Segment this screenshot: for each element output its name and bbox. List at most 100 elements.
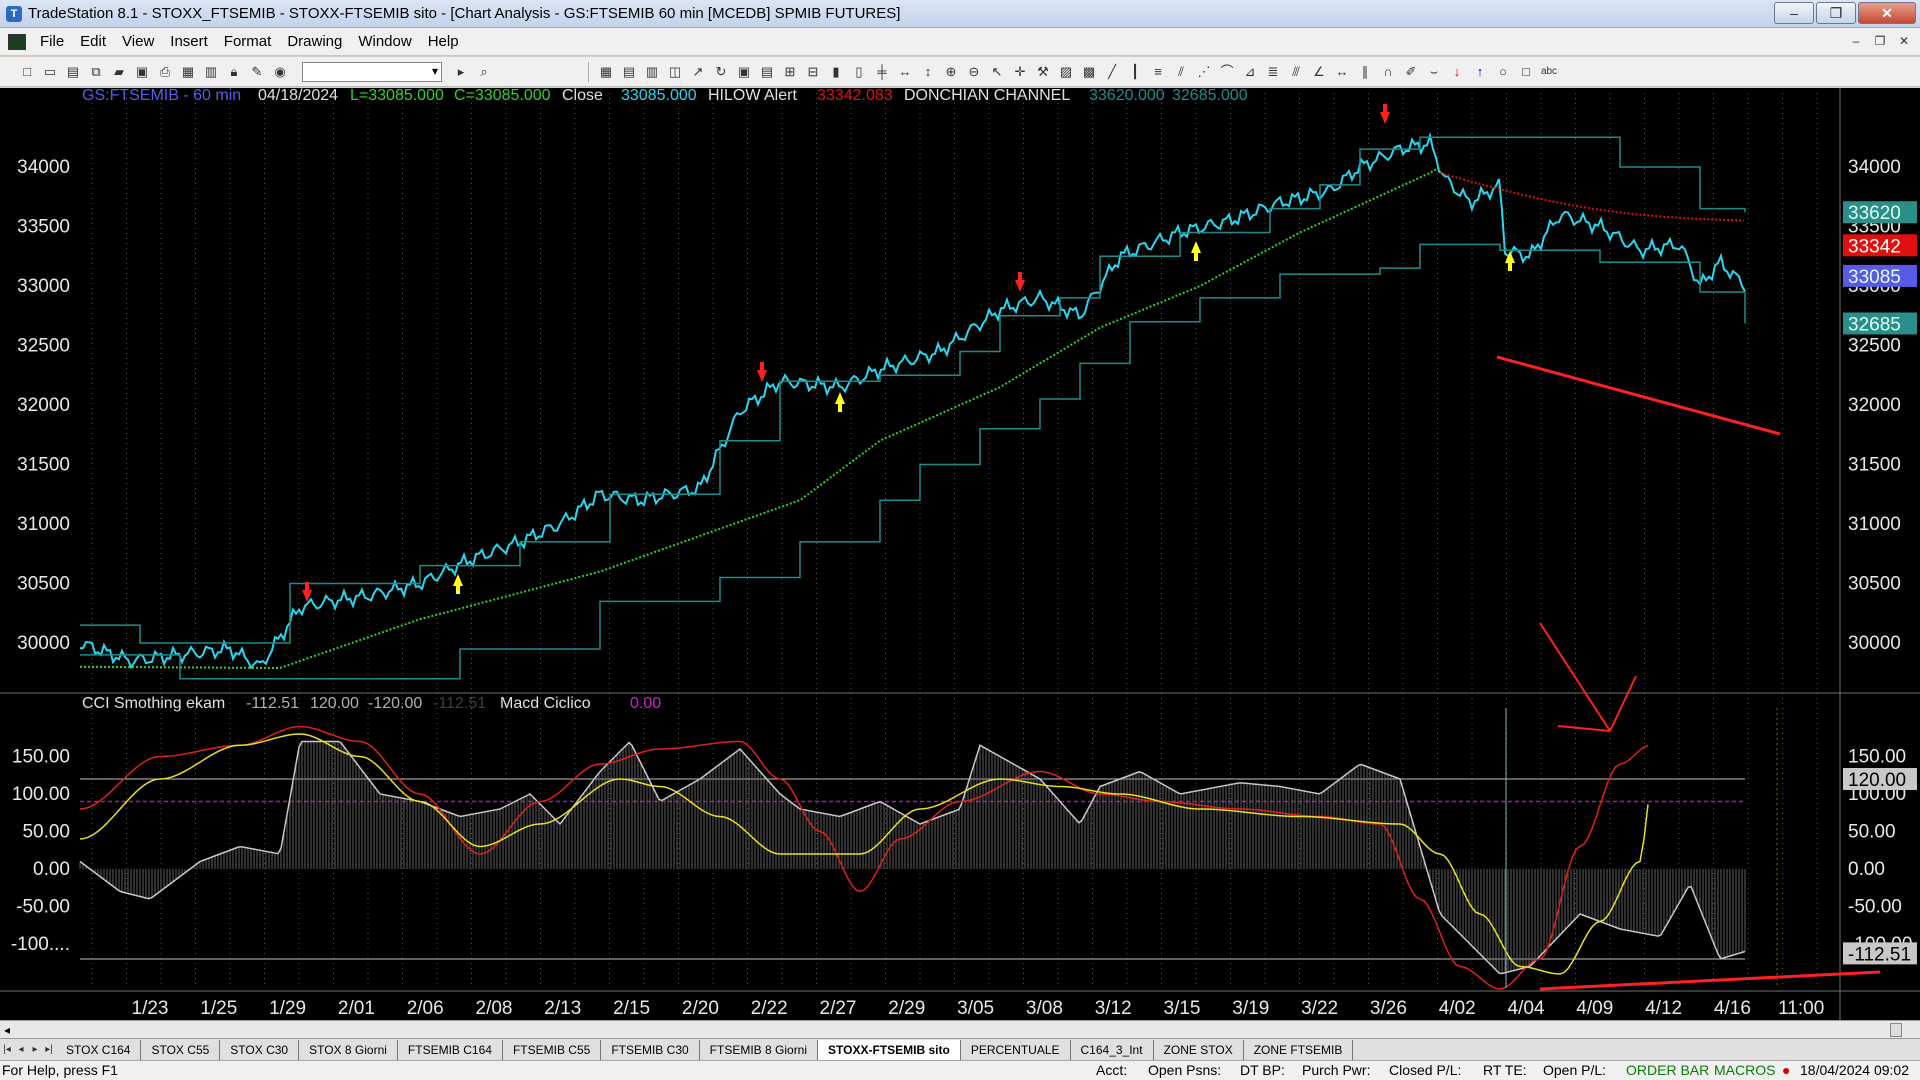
up-arrow-icon[interactable]: ↑ xyxy=(1471,63,1489,81)
mdi-minimize-icon[interactable]: – xyxy=(1846,32,1866,50)
folder-icon[interactable]: ▰ xyxy=(110,63,128,81)
crosshair-icon[interactable]: ✛ xyxy=(1011,63,1029,81)
rectangle-icon[interactable]: □ xyxy=(1517,63,1535,81)
fan-icon[interactable]: ⋰ xyxy=(1195,63,1213,81)
minimize-button[interactable]: – xyxy=(1774,2,1814,24)
tab-ftsemib-c30[interactable]: FTSEMIB C30 xyxy=(601,1039,700,1060)
tab-c164-3-int[interactable]: C164_3_Int xyxy=(1071,1039,1154,1060)
channel-icon[interactable]: ⫽ xyxy=(1172,63,1190,81)
open-icon[interactable]: ▭ xyxy=(41,63,59,81)
tab-stox-c55[interactable]: STOX C55 xyxy=(141,1039,221,1060)
zoom-x-icon[interactable]: ↔ xyxy=(896,63,914,81)
data-icon[interactable]: ▨ xyxy=(1057,63,1075,81)
mdi-restore-icon[interactable]: ❐ xyxy=(1870,32,1890,50)
hlines-icon[interactable]: ≡ xyxy=(1149,63,1167,81)
search-icon[interactable]: ⌕ xyxy=(475,63,493,81)
tab-ftsemib-c164[interactable]: FTSEMIB C164 xyxy=(398,1039,503,1060)
fib-icon[interactable]: ≣ xyxy=(1264,63,1282,81)
candles-icon[interactable]: ▯ xyxy=(850,63,868,81)
parallel-icon[interactable]: ∥ xyxy=(1356,63,1374,81)
regression-icon[interactable]: ⫻ xyxy=(1287,63,1305,81)
strategy-icon[interactable]: ⊟ xyxy=(804,63,822,81)
tab-stoxx-ftsemib-sito[interactable]: STOXX-FTSEMIB sito xyxy=(818,1039,961,1060)
tab-next-icon[interactable]: ▸ xyxy=(28,1044,42,1055)
new-icon[interactable]: □ xyxy=(18,63,36,81)
save-icon[interactable]: ▣ xyxy=(133,63,151,81)
tab-last-icon[interactable]: ▸| xyxy=(42,1044,56,1055)
play-icon[interactable]: ▸ xyxy=(452,63,470,81)
tab-zone-stox[interactable]: ZONE STOX xyxy=(1154,1039,1244,1060)
chart-analysis-window[interactable]: 34000 33500 33000 32500 32000 31500 31000 30500… xyxy=(0,88,1920,1020)
curve-icon[interactable]: ⌣ xyxy=(1425,63,1443,81)
gann-icon[interactable]: ⊿ xyxy=(1241,63,1259,81)
chart-document-icon[interactable] xyxy=(8,33,26,50)
window-icon[interactable]: ▦ xyxy=(179,63,197,81)
grid-icon[interactable]: ▦ xyxy=(597,63,615,81)
tab-percentuale[interactable]: PERCENTUALE xyxy=(961,1039,1071,1060)
status-macros[interactable]: MACROS xyxy=(1714,1062,1775,1078)
symbol-combo[interactable] xyxy=(302,61,442,82)
tab-ftsemib-c55[interactable]: FTSEMIB C55 xyxy=(503,1039,602,1060)
indicator-icon[interactable]: ⊞ xyxy=(781,63,799,81)
buy-signal-arrow-icon xyxy=(1191,241,1201,261)
angle-icon[interactable]: ∠ xyxy=(1310,63,1328,81)
pencil-icon[interactable]: ✐ xyxy=(1402,63,1420,81)
window2-icon[interactable]: ▥ xyxy=(202,63,220,81)
tab-prev-icon[interactable]: ◂ xyxy=(14,1044,28,1055)
tab-ftsemib-8-giorni[interactable]: FTSEMIB 8 Giorni xyxy=(700,1039,819,1060)
close-button[interactable]: ✕ xyxy=(1858,2,1916,24)
zoom-y-icon[interactable]: ↕ xyxy=(919,63,937,81)
menu-insert[interactable]: Insert xyxy=(162,33,216,50)
vlines-icon[interactable]: ┃ xyxy=(1126,63,1144,81)
arrow-icon[interactable]: ↗ xyxy=(689,63,707,81)
down-arrow-icon[interactable]: ↓ xyxy=(1448,63,1466,81)
menu-view[interactable]: View xyxy=(114,33,162,50)
menu-help[interactable]: Help xyxy=(420,33,467,50)
tab-stox-c164[interactable]: STOX C164 xyxy=(56,1039,142,1060)
tab-stox-c30[interactable]: STOX C30 xyxy=(220,1039,300,1060)
table-icon[interactable]: ▥ xyxy=(643,63,661,81)
refresh-icon[interactable]: ↻ xyxy=(712,63,730,81)
menu-drawing[interactable]: Drawing xyxy=(279,33,350,50)
indicator-pane[interactable] xyxy=(79,708,1778,990)
tab-first-icon[interactable]: |◂ xyxy=(0,1044,14,1055)
layout-icon[interactable]: ▣ xyxy=(735,63,753,81)
hilow-alert-line xyxy=(1439,171,1745,222)
trendline-icon[interactable]: ╱ xyxy=(1103,63,1121,81)
hammer-icon[interactable]: ⚒ xyxy=(1034,63,1052,81)
menu-format[interactable]: Format xyxy=(216,33,280,50)
menu-window[interactable]: Window xyxy=(350,33,419,50)
status-order-bar[interactable]: ORDER BAR xyxy=(1626,1062,1709,1078)
tab-stox-8-giorni[interactable]: STOX 8 Giorni xyxy=(299,1039,398,1060)
new-workspace-icon[interactable]: ▤ xyxy=(64,63,82,81)
speed-icon[interactable]: ∩ xyxy=(1379,63,1397,81)
line-icon[interactable]: ╪ xyxy=(873,63,891,81)
hline-arrow-icon[interactable]: ↔ xyxy=(1333,63,1351,81)
mdi-close-icon[interactable]: ✕ xyxy=(1894,32,1914,50)
text-icon[interactable]: abc xyxy=(1540,63,1558,81)
copy-icon[interactable]: ⧉ xyxy=(87,63,105,81)
ellipse-icon[interactable]: ○ xyxy=(1494,63,1512,81)
lock-icon[interactable]: 🔒︎ xyxy=(225,63,243,81)
tools-icon[interactable]: ✎ xyxy=(248,63,266,81)
maximize-button[interactable]: ❐ xyxy=(1816,2,1856,24)
zoom-out-icon[interactable]: ⊖ xyxy=(965,63,983,81)
layout2-icon[interactable]: ▤ xyxy=(758,63,776,81)
print-icon[interactable]: ⎙ xyxy=(156,63,174,81)
pointer-icon[interactable]: ↖ xyxy=(988,63,1006,81)
chart-icon[interactable]: ◫ xyxy=(666,63,684,81)
bars-icon[interactable]: ▮ xyxy=(827,63,845,81)
menu-edit[interactable]: Edit xyxy=(72,33,114,50)
tab-zone-ftsemib[interactable]: ZONE FTSEMIB xyxy=(1244,1039,1354,1060)
price-pane[interactable] xyxy=(79,131,1746,680)
menu-file[interactable]: File xyxy=(32,33,72,50)
zoom-in-icon[interactable]: ⊕ xyxy=(942,63,960,81)
grid2-icon[interactable]: ▤ xyxy=(620,63,638,81)
calendar-icon[interactable]: ▩ xyxy=(1080,63,1098,81)
scroll-thumb[interactable] xyxy=(1890,1023,1902,1037)
arc-icon[interactable]: ⌒ xyxy=(1218,63,1236,81)
chart-canvas[interactable]: 34000 33500 33000 32500 32000 31500 31000 30500… xyxy=(0,88,1920,1020)
globe-icon[interactable]: ◉ xyxy=(271,63,289,81)
scroll-left-icon[interactable]: ◂ xyxy=(4,1021,10,1039)
horizontal-scrollbar[interactable]: ◂ xyxy=(0,1020,1920,1038)
